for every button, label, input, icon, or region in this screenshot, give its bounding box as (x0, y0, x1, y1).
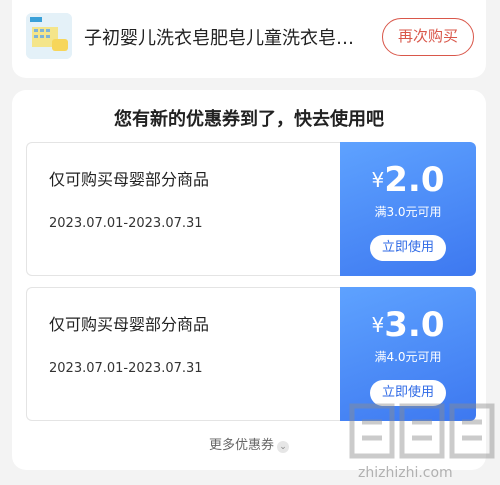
coupon-threshold: 满4.0元可用 (374, 350, 442, 364)
use-now-button[interactable]: 立即使用 (370, 235, 446, 261)
coupon-info: 仅可购买母婴部分商品 2023.07.01-2023.07.31 (26, 142, 340, 276)
coupon-validity: 2023.07.01-2023.07.31 (49, 216, 203, 231)
coupon-amount-value: 3.0 (384, 305, 445, 345)
coupon-scope: 仅可购买母婴部分商品 (49, 315, 210, 334)
page: 子初婴儿洗衣皂肥皂儿童洗衣皂… 再次购买 您有新的优惠券到了，快去使用吧 仅可购… (0, 0, 500, 485)
coupon-amount: ¥2.0 (340, 160, 476, 206)
coupon-amount: ¥3.0 (340, 305, 476, 351)
coupon-scope: 仅可购买母婴部分商品 (49, 170, 210, 189)
panel-title: 您有新的优惠券到了，快去使用吧 (114, 109, 384, 130)
product-thumbnail[interactable] (26, 13, 72, 59)
coupon-validity: 2023.07.01-2023.07.31 (49, 361, 203, 376)
coupon-value-block: ¥2.0 满3.0元可用 立即使用 (340, 142, 476, 276)
chevron-down-icon: ⌄ (277, 441, 289, 453)
coupon-amount-value: 2.0 (384, 160, 445, 200)
product-card[interactable]: 子初婴儿洗衣皂肥皂儿童洗衣皂… 再次购买 (12, 0, 486, 78)
rebuy-button[interactable]: 再次购买 (382, 18, 474, 56)
currency-symbol: ¥ (371, 313, 385, 337)
coupon-threshold: 满3.0元可用 (374, 205, 442, 219)
coupon-info: 仅可购买母婴部分商品 2023.07.01-2023.07.31 (26, 287, 340, 421)
more-coupons-link[interactable]: 更多优惠券 ⌄ (12, 436, 486, 456)
coupon-card: 仅可购买母婴部分商品 2023.07.01-2023.07.31 ¥3.0 满4… (26, 287, 476, 421)
coupon-card: 仅可购买母婴部分商品 2023.07.01-2023.07.31 ¥2.0 满3… (26, 142, 476, 276)
currency-symbol: ¥ (371, 168, 385, 192)
use-now-button[interactable]: 立即使用 (370, 380, 446, 406)
coupon-panel: 您有新的优惠券到了，快去使用吧 仅可购买母婴部分商品 2023.07.01-20… (12, 90, 486, 470)
product-name[interactable]: 子初婴儿洗衣皂肥皂儿童洗衣皂… (84, 27, 374, 51)
coupon-value-block: ¥3.0 满4.0元可用 立即使用 (340, 287, 476, 421)
more-coupons-label: 更多优惠券 (208, 438, 274, 453)
